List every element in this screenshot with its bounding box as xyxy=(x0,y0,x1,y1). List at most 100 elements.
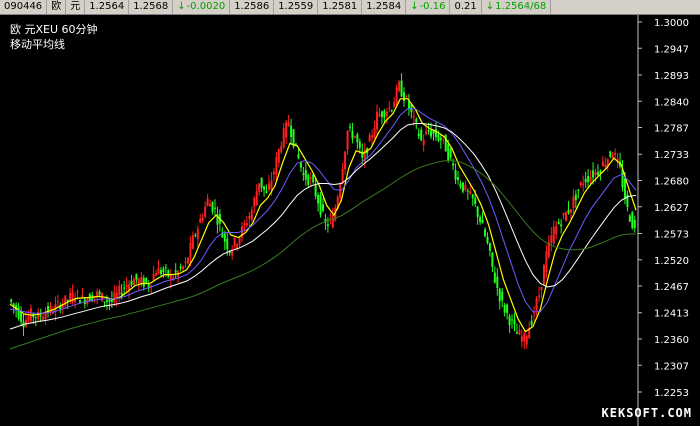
candle-body xyxy=(314,184,317,197)
y-tick-label: 1.2893 xyxy=(654,71,689,82)
candle-body xyxy=(118,285,121,295)
down-arrow-icon: ↓ xyxy=(177,1,186,12)
y-tick-label: 1.2680 xyxy=(654,177,689,188)
candle-body xyxy=(434,129,437,138)
candle-body xyxy=(132,279,135,285)
candle-body xyxy=(439,137,442,141)
quote-v1: 1.2581 xyxy=(318,0,363,14)
candle-body xyxy=(589,176,592,182)
candle-body xyxy=(351,130,354,139)
candle-body xyxy=(535,298,538,311)
moving-averages xyxy=(9,98,637,350)
candle-body xyxy=(385,111,388,116)
candle-body xyxy=(398,81,401,92)
candle-body xyxy=(393,102,396,108)
candle-body xyxy=(105,300,108,302)
y-tick-label: 1.2840 xyxy=(654,97,689,108)
candle-body xyxy=(304,169,307,180)
candle-body xyxy=(243,222,246,226)
candle-body xyxy=(223,233,226,242)
price-chart[interactable]: 1.3000 1.2947 1.2893 1.2840 1.2787 1.2733 1.26… xyxy=(0,15,700,426)
candle-body xyxy=(380,111,383,118)
candle-body xyxy=(623,178,626,200)
candle-body xyxy=(579,182,582,186)
candle-body xyxy=(245,223,248,226)
candle-body xyxy=(417,133,420,137)
candle-body xyxy=(594,171,597,176)
candle-body xyxy=(376,111,379,130)
candle-body xyxy=(596,172,599,176)
candle-body xyxy=(628,215,631,222)
candle-body xyxy=(140,276,143,284)
candle-body xyxy=(437,134,440,141)
candle-body xyxy=(277,149,280,163)
candle-body xyxy=(42,316,45,320)
candle-body xyxy=(238,237,241,245)
candle-body xyxy=(258,183,261,192)
candle-body xyxy=(405,96,408,98)
candle-body xyxy=(449,148,452,158)
candle-body xyxy=(356,134,359,143)
candle-body xyxy=(322,204,324,211)
quote-pct-change: ↓-0.16 xyxy=(406,0,451,14)
candle-body xyxy=(10,299,13,302)
candle-body xyxy=(250,210,253,221)
candle-body xyxy=(346,130,349,150)
candle-body xyxy=(488,243,491,252)
candle-body xyxy=(196,228,199,239)
watermark: KEKSOFT.COM xyxy=(601,406,692,420)
candle-body xyxy=(555,225,558,235)
candle-body xyxy=(339,184,342,199)
candle-body xyxy=(523,333,526,342)
candle-body xyxy=(633,220,636,229)
candle-body xyxy=(471,194,474,199)
candle-body xyxy=(76,291,79,293)
candle-body xyxy=(373,127,376,138)
candle-body xyxy=(211,202,214,212)
quote-bar: 090446 欧 元 1.2564 1.2568 ↓-0.0020 1.2586… xyxy=(0,0,700,15)
price-axis: 1.3000 1.2947 1.2893 1.2840 1.2787 1.2733 1.26… xyxy=(637,15,689,426)
candle-body xyxy=(174,270,177,273)
candle-body xyxy=(515,332,518,334)
candle-body xyxy=(530,321,533,325)
candle-body xyxy=(184,261,187,264)
candle-body xyxy=(182,266,185,269)
y-tick-label: 1.2733 xyxy=(654,150,689,161)
candle-body xyxy=(123,287,126,289)
candle-body xyxy=(287,122,290,127)
y-tick-label: 1.2947 xyxy=(654,44,689,55)
candle-body xyxy=(557,221,560,224)
candle-body xyxy=(319,194,322,215)
candle-body xyxy=(538,295,541,297)
candle-body xyxy=(412,115,415,118)
candle-body xyxy=(469,191,472,194)
candle-body xyxy=(459,183,462,187)
candle-body xyxy=(204,206,207,217)
quote-open: 1.2564 xyxy=(85,0,130,14)
candle-body xyxy=(199,218,202,223)
candle-body xyxy=(560,224,563,227)
candle-body xyxy=(395,87,398,103)
candle-body xyxy=(213,207,216,209)
candle-body xyxy=(584,178,587,183)
candle-body xyxy=(164,267,167,269)
candle-body xyxy=(189,242,192,258)
candle-body xyxy=(464,184,467,190)
quote-bid: 1.2586 xyxy=(230,0,275,14)
candle-body xyxy=(601,161,604,167)
candle-body xyxy=(631,212,634,229)
candle-body xyxy=(81,295,84,298)
ma-line-slow xyxy=(9,123,637,330)
candle-body xyxy=(159,270,162,275)
candle-body xyxy=(162,268,165,273)
candle-body xyxy=(400,80,403,97)
candle-body xyxy=(255,190,258,206)
candle-body xyxy=(508,316,511,326)
candle-body xyxy=(565,212,568,222)
candle-body xyxy=(371,135,374,138)
candle-body xyxy=(550,235,553,243)
candle-body xyxy=(290,125,293,138)
indicator-label: 移动平均线 xyxy=(10,38,65,51)
candle-body xyxy=(344,151,347,170)
chart-area[interactable]: 1.3000 1.2947 1.2893 1.2840 1.2787 1.2733 1.26… xyxy=(0,15,700,426)
